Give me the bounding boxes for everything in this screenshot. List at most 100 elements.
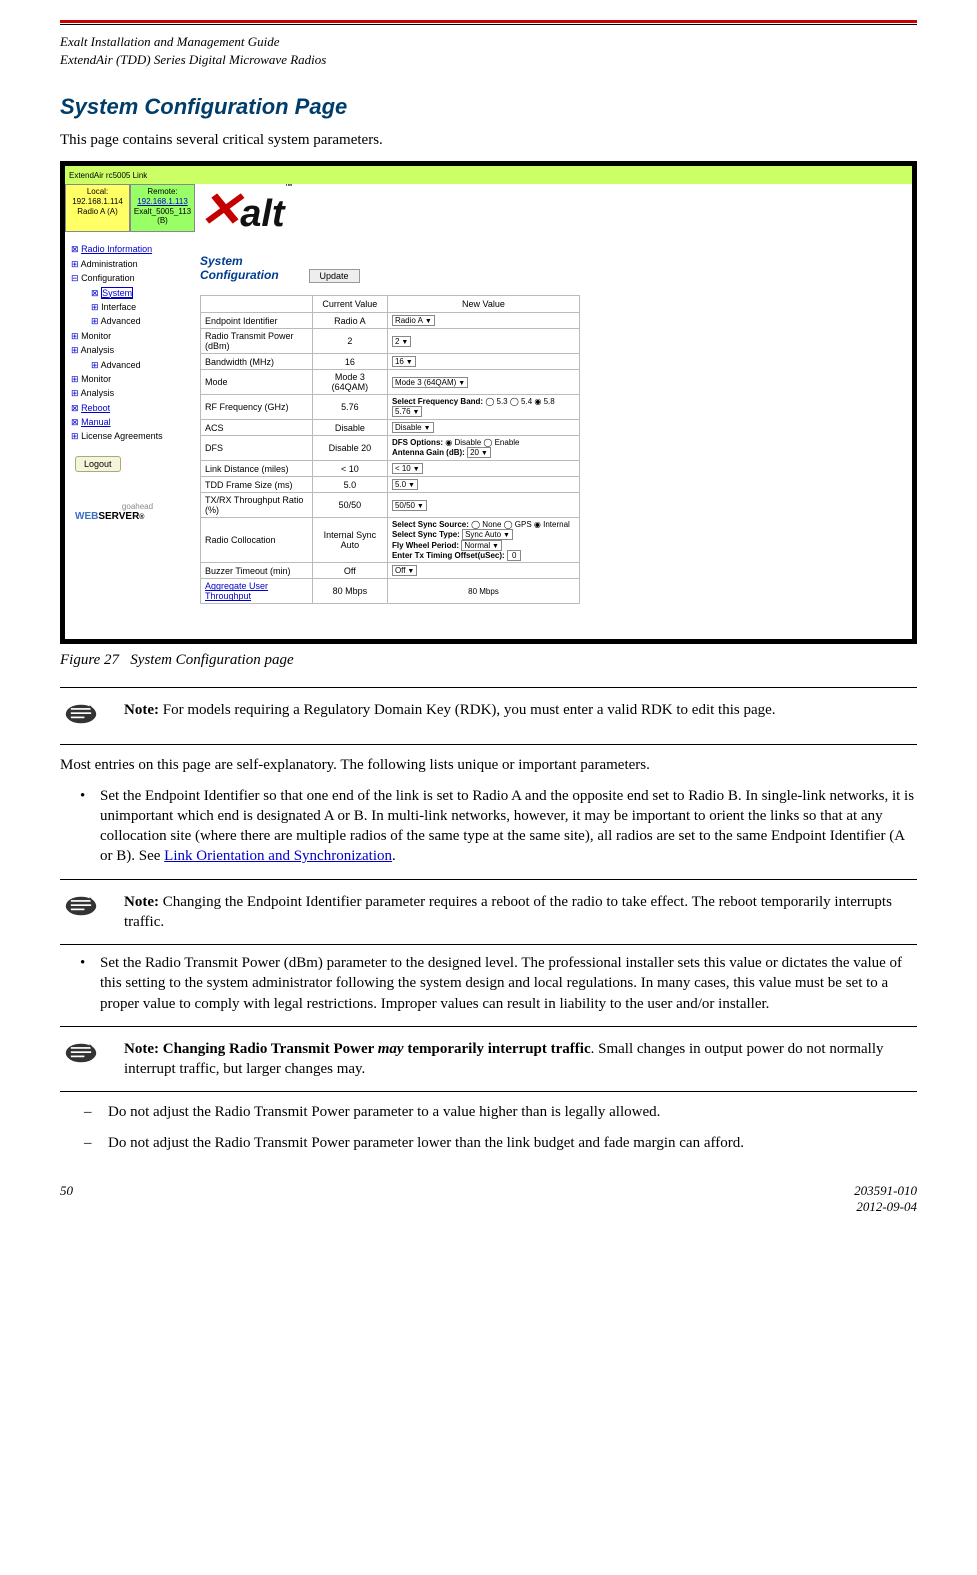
para1: Most entries on this page are self-expla… [60, 755, 917, 775]
note3-may: may [378, 1041, 404, 1057]
tab-local-title: Local: [68, 187, 127, 197]
sync-type-dropdown[interactable]: Sync Auto [462, 529, 513, 540]
row-endpoint-cur: Radio A [312, 313, 387, 329]
sub-item-1: – Do not adjust the Radio Transmit Power… [84, 1102, 917, 1122]
nav-administration[interactable]: Administration [81, 259, 138, 269]
sub2-text: Do not adjust the Radio Transmit Power p… [108, 1133, 744, 1153]
nav-radio-info[interactable]: Radio Information [81, 244, 152, 254]
goahead-text: goahead [75, 502, 200, 511]
running-header: Exalt Installation and Management Guide … [60, 33, 917, 69]
row-buzzer-label: Buzzer Timeout (min) [201, 563, 313, 579]
row-txpower-cur: 2 [312, 329, 387, 354]
bullet-1: Set the Endpoint Identifier so that one … [60, 786, 917, 867]
model-bar: ExtendAir rc5005 Link [65, 166, 912, 184]
screenshot-figure: ExtendAir rc5005 Link Local: 192.168.1.1… [60, 161, 917, 644]
antenna-gain-label: Antenna Gain (dB): [392, 448, 465, 457]
divider [60, 687, 917, 688]
freq-band-opts[interactable]: ◯ 5.3 ◯ 5.4 ◉ 5.8 [485, 397, 554, 406]
nav-analysis2[interactable]: Analysis [81, 388, 115, 398]
nav-analysis[interactable]: Analysis [81, 345, 115, 355]
note1-body: For models requiring a Regulatory Domain… [159, 702, 776, 718]
screenshot-main: ✕alt™ System Configuration Update Curren… [200, 184, 912, 639]
note-icon [60, 892, 124, 933]
row-rffreq-label: RF Frequency (GHz) [201, 395, 313, 420]
note2-prefix: Note: [124, 894, 159, 910]
nav-advanced[interactable]: Advanced [101, 316, 141, 326]
nav-reboot[interactable]: Reboot [81, 403, 110, 413]
row-buzzer-cur: Off [312, 563, 387, 579]
linkdist-dropdown[interactable]: < 10 [392, 463, 423, 474]
header-line2: ExtendAir (TDD) Series Digital Microwave… [60, 51, 917, 69]
note2-body: Changing the Endpoint Identifier paramet… [124, 894, 892, 930]
note1-text: Note: For models requiring a Regulatory … [124, 700, 917, 732]
freq-dropdown[interactable]: 5.76 [392, 406, 422, 417]
divider [60, 944, 917, 945]
page-heading: System Configuration Page [60, 94, 917, 120]
divider [60, 1026, 917, 1027]
sub1-text: Do not adjust the Radio Transmit Power p… [108, 1102, 660, 1122]
logout-button[interactable]: Logout [75, 456, 121, 472]
exalt-logo: ✕alt™ [200, 184, 293, 238]
dfs-opts[interactable]: ◉ Disable ◯ Enable [445, 438, 519, 447]
bandwidth-dropdown[interactable]: 16 [392, 356, 416, 367]
panel-title: System Configuration [200, 254, 300, 282]
dfs-opts-label: DFS Options: [392, 438, 443, 447]
mode-dropdown[interactable]: Mode 3 (64QAM) [392, 377, 468, 388]
row-mode-cur: Mode 3 (64QAM) [312, 370, 387, 395]
dash-icon: – [84, 1102, 108, 1122]
tx-offset-input[interactable]: 0 [507, 550, 521, 561]
buzzer-dropdown[interactable]: Off [392, 565, 417, 576]
web-text: WEB [75, 511, 98, 522]
flywheel-dropdown[interactable]: Normal [461, 540, 502, 551]
row-aggregate-label[interactable]: Aggregate User Throughput [205, 581, 268, 601]
note3-text: Note: Changing Radio Transmit Power may … [124, 1039, 917, 1080]
nav-license[interactable]: License Agreements [81, 431, 163, 441]
row-acs-label: ACS [201, 420, 313, 436]
nav-manual[interactable]: Manual [81, 417, 111, 427]
note-block-1: Note: For models requiring a Regulatory … [60, 696, 917, 736]
nav-configuration[interactable]: Configuration [81, 273, 135, 283]
config-table: Current Value New Value Endpoint Identif… [200, 295, 580, 604]
update-button[interactable]: Update [309, 269, 360, 283]
figure-num: Figure 27 [60, 652, 119, 668]
sub-item-2: – Do not adjust the Radio Transmit Power… [84, 1133, 917, 1153]
footer: 50 203591-010 2012-09-04 [60, 1183, 917, 1215]
sync-source-opts[interactable]: ◯ None ◯ GPS ◉ Internal [471, 520, 570, 529]
txrx-dropdown[interactable]: 50/50 [392, 500, 427, 511]
row-txrx-cur: 50/50 [312, 493, 387, 518]
footer-date: 2012-09-04 [854, 1199, 917, 1215]
nav-monitor[interactable]: Monitor [81, 331, 111, 341]
row-txrx-label: TX/RX Throughput Ratio (%) [201, 493, 313, 518]
row-bandwidth-cur: 16 [312, 354, 387, 370]
tab-local[interactable]: Local: 192.168.1.114 Radio A (A) [65, 184, 130, 232]
note3-prefix: Note: Changing Radio Transmit Power [124, 1041, 378, 1057]
antenna-gain-dropdown[interactable]: 20 [467, 447, 491, 458]
row-txpower-label: Radio Transmit Power (dBm) [201, 329, 313, 354]
tddframe-dropdown[interactable]: 5.0 [392, 479, 418, 490]
row-linkdist-cur: < 10 [312, 461, 387, 477]
sync-source-label: Select Sync Source: [392, 520, 469, 529]
nav-system[interactable]: System [101, 287, 133, 299]
nav-interface[interactable]: Interface [101, 302, 136, 312]
row-dfs-label: DFS [201, 436, 313, 461]
divider [60, 879, 917, 880]
row-endpoint-label: Endpoint Identifier [201, 313, 313, 329]
tab-local-ip: 192.168.1.114 [68, 197, 127, 207]
dash-icon: – [84, 1133, 108, 1153]
acs-dropdown[interactable]: Disable [392, 422, 434, 433]
row-linkdist-label: Link Distance (miles) [201, 461, 313, 477]
link-orientation[interactable]: Link Orientation and Synchronization [164, 848, 392, 864]
webserver-logo: goahead WEBSERVER® [75, 502, 200, 522]
row-acs-cur: Disable [312, 420, 387, 436]
bullet1-text-b: . [392, 848, 396, 864]
rule-red [60, 20, 917, 23]
flywheel-label: Fly Wheel Period: [392, 541, 459, 550]
note2-text: Note: Changing the Endpoint Identifier p… [124, 892, 917, 933]
tab-remote[interactable]: Remote: 192.168.1.113 Exalt_5005_113 (B) [130, 184, 195, 232]
txpower-dropdown[interactable]: 2 [392, 336, 411, 347]
note-block-3: Note: Changing Radio Transmit Power may … [60, 1035, 917, 1084]
endpoint-dropdown[interactable]: Radio A [392, 315, 435, 326]
rule-black [60, 24, 917, 25]
nav-monitor2[interactable]: Monitor [81, 374, 111, 384]
nav-advanced2[interactable]: Advanced [101, 360, 141, 370]
